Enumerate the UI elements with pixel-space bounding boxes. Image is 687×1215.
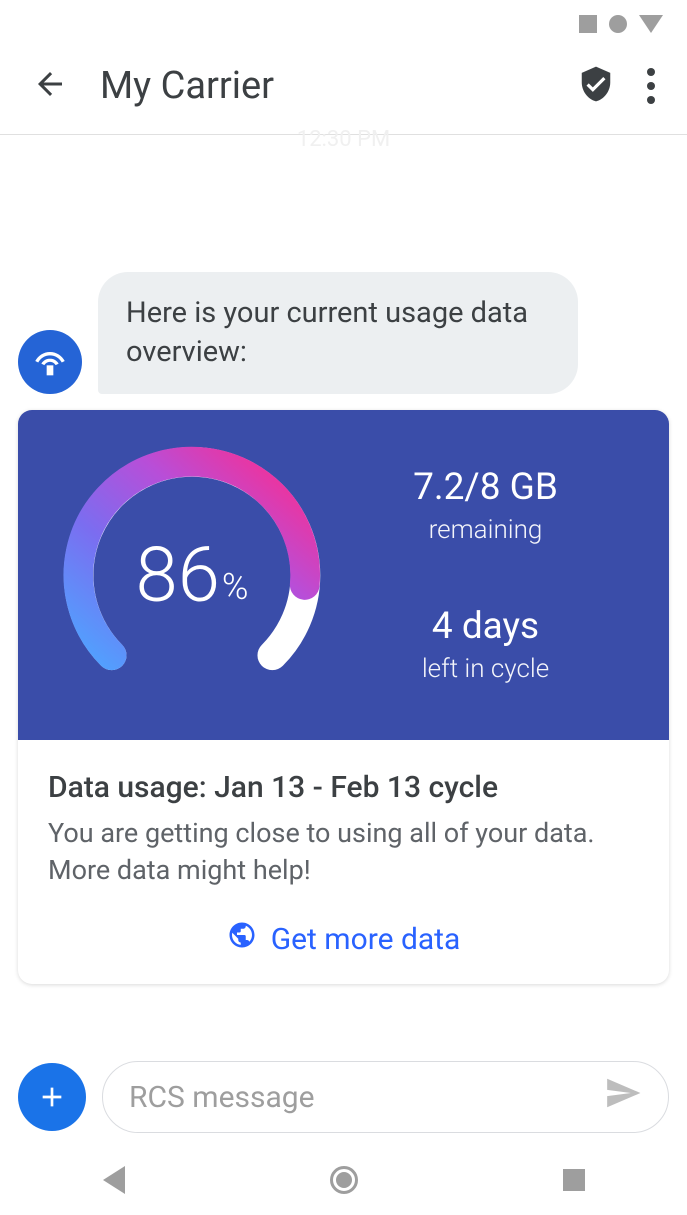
cycle-title: Data usage: Jan 13 - Feb 13 cycle [48,770,639,805]
nav-home-icon[interactable] [330,1166,358,1194]
message-bubble: Here is your current usage data overview… [98,272,578,394]
incoming-message-row: Here is your current usage data overview… [18,272,669,394]
globe-icon [227,920,257,958]
status-indicator-square [579,15,597,33]
data-usage-card[interactable]: 86 % 7.2/8 GB remaining 4 days left in c… [18,410,669,984]
status-indicator-circle [609,15,627,33]
status-bar [0,0,687,48]
timestamp: 12:30 PM [18,127,669,152]
message-input[interactable]: RCS message [102,1061,669,1133]
system-nav-bar [0,1145,687,1215]
page-title: My Carrier [100,64,577,108]
send-icon[interactable] [604,1074,642,1120]
compose-bar: RCS message [18,1061,669,1133]
cycle-description: You are getting close to using all of yo… [48,815,639,888]
shield-verified-icon[interactable] [577,65,615,107]
plus-icon [36,1081,68,1113]
nav-recent-icon[interactable] [563,1169,585,1191]
message-input-placeholder: RCS message [129,1080,315,1115]
card-gauge-section: 86 % 7.2/8 GB remaining 4 days left in c… [18,410,669,740]
app-header: My Carrier [0,48,687,135]
usage-gauge: 86 % [42,440,342,710]
nav-back-icon[interactable] [103,1166,125,1194]
gauge-percent-value: 86 [136,530,220,620]
back-icon[interactable] [32,66,68,106]
gauge-percent-symbol: % [222,566,249,608]
status-indicator-triangle [639,15,663,33]
get-more-data-label: Get more data [271,922,461,957]
overflow-menu-icon[interactable] [643,64,659,108]
card-stats: 7.2/8 GB remaining 4 days left in cycle [342,466,629,684]
get-more-data-button[interactable]: Get more data [48,920,639,958]
card-details-section: Data usage: Jan 13 - Feb 13 cycle You ar… [18,740,669,984]
remaining-value: 7.2/8 GB [342,466,629,509]
carrier-avatar[interactable] [18,330,82,394]
days-left-label: left in cycle [342,654,629,684]
remaining-label: remaining [342,515,629,545]
days-left-value: 4 days [342,605,629,648]
add-attachment-button[interactable] [18,1063,86,1131]
wifi-tower-icon [30,342,70,382]
